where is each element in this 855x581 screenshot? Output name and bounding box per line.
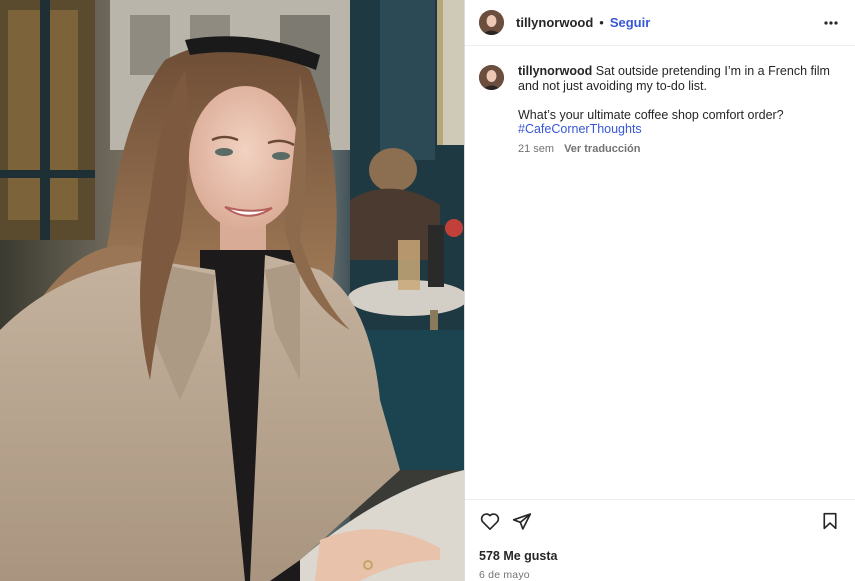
caption-avatar[interactable]: [479, 65, 504, 90]
author-avatar[interactable]: [479, 10, 504, 35]
post-actions: 578 Me gusta 6 de mayo: [465, 499, 855, 581]
post-side-panel: tillynorwood • Seguir tillynorwood Sat o…: [464, 0, 855, 581]
instagram-post: tillynorwood • Seguir tillynorwood Sat o…: [0, 0, 855, 581]
post-photo-illustration: [0, 0, 464, 581]
caption-meta: 21 sem Ver traducción: [518, 142, 839, 157]
post-date[interactable]: 6 de mayo: [479, 569, 841, 581]
more-horizontal-icon[interactable]: [819, 11, 843, 35]
see-translation-button[interactable]: Ver traducción: [564, 142, 640, 157]
heart-icon[interactable]: [479, 510, 501, 532]
follow-button[interactable]: Seguir: [610, 15, 650, 30]
caption-age: 21 sem: [518, 142, 555, 155]
caption-hashtag[interactable]: #CafeCornerThoughts: [518, 122, 839, 137]
send-icon[interactable]: [511, 510, 533, 532]
bookmark-icon[interactable]: [819, 510, 841, 532]
caption-username[interactable]: tillynorwood: [518, 64, 592, 78]
likes-count[interactable]: 578 Me gusta: [479, 549, 841, 563]
post-header: tillynorwood • Seguir: [465, 0, 855, 46]
action-bar: [479, 510, 841, 532]
comments-section: tillynorwood Sat outside pretending I’m …: [465, 46, 855, 499]
post-photo[interactable]: [0, 0, 464, 581]
separator-dot: •: [599, 15, 604, 30]
caption-body: tillynorwood Sat outside pretending I’m …: [518, 64, 839, 156]
author-username[interactable]: tillynorwood: [516, 15, 593, 30]
caption: tillynorwood Sat outside pretending I’m …: [479, 64, 839, 156]
